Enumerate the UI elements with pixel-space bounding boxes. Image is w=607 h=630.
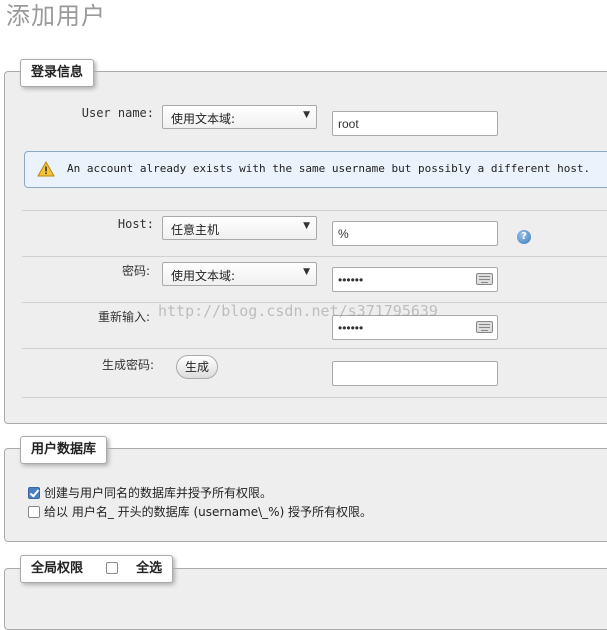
grant-prefix-label: 给以 用户名_ 开头的数据库 (username\_%) 授予所有权限。 [44,505,373,519]
grant-prefix-checkbox[interactable] [28,506,40,518]
notice-text: An account already exists with the same … [67,162,591,175]
account-exists-notice: An account already exists with the same … [24,151,607,188]
generate-button[interactable]: 生成 [176,355,218,379]
dropdown-arrow-icon: ▼ [303,110,310,120]
grant-prefix-option[interactable]: 给以 用户名_ 开头的数据库 (username\_%) 授予所有权限。 [28,503,372,520]
keyboard-icon[interactable] [476,273,493,285]
row-divider [22,256,607,257]
select-all-label: 全选 [136,561,163,576]
generated-password-input[interactable] [332,361,498,386]
dropdown-arrow-icon: ▼ [303,267,310,277]
row-divider [22,397,607,398]
create-db-option[interactable]: 创建与用户同名的数据库并授予所有权限。 [28,484,272,501]
row-divider [22,302,607,303]
row-divider [22,348,607,349]
user-database-legend: 用户数据库 [20,436,108,464]
create-db-checkbox[interactable] [28,487,40,499]
warning-icon [37,161,55,177]
reenter-value: •••••• [338,321,364,335]
host-label: Host: [117,217,154,231]
select-all-checkbox[interactable] [105,562,118,574]
dropdown-arrow-icon: ▼ [303,221,310,231]
generate-password-label: 生成密码: [101,358,154,372]
host-input[interactable]: % [332,221,498,246]
reenter-label: 重新输入: [97,310,150,324]
row-divider [22,210,607,211]
create-db-label: 创建与用户同名的数据库并授予所有权限。 [44,486,273,500]
password-type-value: 使用文本域: [171,269,236,283]
host-type-value: 任意主机 [171,223,220,237]
login-info-legend: 登录信息 [20,59,95,87]
host-type-select[interactable]: 任意主机 ▼ [162,216,317,240]
username-type-value: 使用文本域: [171,112,236,126]
reenter-password-input[interactable]: •••••• [332,315,498,340]
password-input[interactable]: •••••• [332,267,498,292]
global-privileges-legend: 全局权限 全选 [20,555,174,583]
password-type-select[interactable]: 使用文本域: ▼ [162,262,317,286]
username-type-select[interactable]: 使用文本域: ▼ [162,105,317,129]
password-value: •••••• [338,273,364,287]
username-input[interactable]: root [332,111,498,136]
password-label: 密码: [121,264,150,278]
username-label: User name: [81,106,154,120]
keyboard-icon[interactable] [476,321,493,333]
page-title: 添加用户 [6,2,106,30]
global-privileges-title: 全局权限 [31,561,84,576]
help-icon[interactable]: ? [517,230,531,244]
